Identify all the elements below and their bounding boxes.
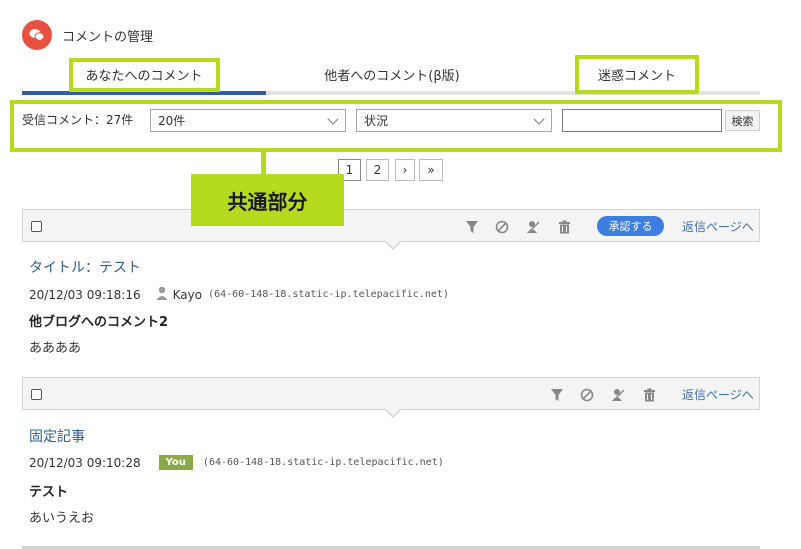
chevron-down-icon [327,113,339,125]
per-page-select[interactable]: 20件 [150,109,346,132]
select-checkbox[interactable] [31,221,42,232]
block-icon[interactable] [578,386,596,404]
trash-icon[interactable] [640,386,658,404]
filter-icon[interactable] [548,386,566,404]
comment-author: Kayo [172,287,203,302]
comment-subject: テスト [29,485,69,500]
toolbar-pointer-inner [385,240,401,248]
comment-meta: 20/12/03 09:18:16 Kayo (64-60-148-18.sta… [29,286,449,303]
per-page-value: 20件 [158,114,186,128]
highlight-connector [261,152,266,174]
last-page-button[interactable]: » [419,159,443,181]
you-badge: You [158,455,193,470]
comment-body: あいうえお [29,511,95,526]
comment-body: ああああ [29,341,82,356]
received-count-label: 受信コメント：27件 [22,113,134,127]
page-title: コメントの管理 [62,29,154,45]
tab-spam-comments[interactable]: 迷惑コメント [575,58,699,91]
annotation-label: 共通部分 [191,174,344,226]
tab-active-indicator [22,91,266,95]
block-user-icon[interactable] [609,386,627,404]
page-2-button[interactable]: 2 [366,159,389,181]
comment-host: (64-60-148-18.static-ip.telepacific.net) [208,289,449,300]
filter-icon[interactable] [463,218,481,236]
reply-page-link[interactable]: 返信ページへ [682,218,754,235]
next-page-button[interactable]: › [395,159,415,181]
comment-host: (64-60-148-18.static-ip.telepacific.net) [202,457,444,468]
comment-post-title[interactable]: タイトル：テスト [29,257,141,277]
approve-button[interactable]: 承認する [597,216,664,236]
comment-subject: 他ブログへのコメント2 [29,315,169,330]
search-button[interactable]: 検索 [725,110,760,131]
user-icon [156,286,168,303]
comment-bubbles-icon [22,20,52,50]
reply-page-link[interactable]: 返信ページへ [682,386,754,403]
block-icon[interactable] [493,218,511,236]
comment-toolbar: 返信ページへ [22,377,760,418]
search-input[interactable] [562,109,722,132]
tab-comments-to-you[interactable]: あなたへのコメント [69,58,219,91]
tab-comments-to-others[interactable]: 他者へのコメント(β版) [292,58,492,91]
block-user-icon[interactable] [524,218,542,236]
select-checkbox[interactable] [31,389,42,400]
status-select[interactable]: 状況 [356,109,552,132]
status-value: 状況 [364,114,389,128]
comment-post-title[interactable]: 固定記事 [29,426,85,446]
comment-datetime: 20/12/03 09:18:16 [29,287,141,302]
toolbar-pointer-inner [385,408,401,416]
tab-bar: あなたへのコメント 他者へのコメント(β版) 迷惑コメント [22,58,760,96]
comment-meta: 20/12/03 09:10:28 You (64-60-148-18.stat… [29,455,444,470]
trash-icon[interactable] [555,218,573,236]
comment-datetime: 20/12/03 09:10:28 [29,455,141,470]
page-header: コメントの管理 [22,20,153,50]
comment-toolbar: 承認する 返信ページへ [22,209,760,250]
chevron-down-icon [533,113,545,125]
